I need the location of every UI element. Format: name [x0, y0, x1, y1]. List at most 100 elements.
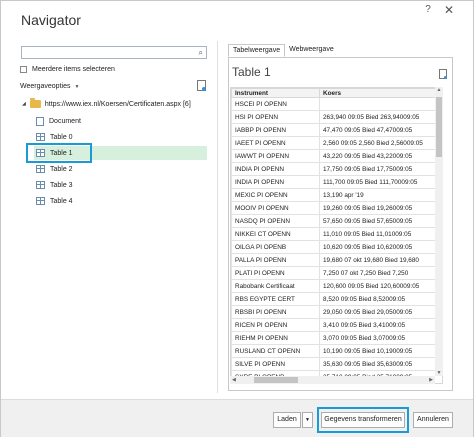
table-row: MEXIC PI OPENN 13,190 apr '19 [231, 188, 442, 202]
tree-item-label: Table 0 [50, 133, 73, 141]
tab-web-view[interactable]: Webweergave [285, 44, 338, 57]
table-row: IABBP PI OPENN 47,470 09:05 Bied 47,47009… [231, 123, 442, 137]
vertical-scroll-thumb[interactable] [436, 97, 442, 157]
koers-cell: 8,520 09:05 Bied 8,52009:05 [319, 292, 442, 306]
folder-icon [29, 98, 41, 108]
koers-cell: 10,190 09:05 Bied 10,19009:05 [319, 344, 442, 358]
table-row: INDIA PI OPENN 17,750 09:05 Bied 17,75009… [231, 162, 442, 176]
koers-cell: 3,410 09:05 Bied 3,41009:05 [319, 318, 442, 332]
view-options-dropdown[interactable]: Weergaveopties ▼ [20, 83, 79, 90]
preview-title: Table 1 [232, 65, 271, 79]
scroll-left-icon[interactable]: ◀ [232, 376, 236, 384]
koers-cell [319, 97, 442, 111]
help-button[interactable]: ? [421, 3, 435, 17]
tree-item[interactable]: Table 2 [34, 162, 207, 176]
instrument-cell: PALLA PI OPENN [231, 253, 320, 267]
tree-item[interactable]: Document [34, 114, 207, 128]
koers-cell: 29,050 09:05 Bied 29,05009:05 [319, 305, 442, 319]
koers-cell: 3,070 09:05 Bied 3,07009:05 [319, 331, 442, 345]
koers-cell: 57,650 09:05 Bied 57,65009:05 [319, 214, 442, 228]
table-row: NASDQ PI OPENN 57,650 09:05 Bied 57,65009… [231, 214, 442, 228]
export-icon[interactable] [439, 69, 447, 79]
koers-cell: 7,250 07 okt 7,250 Bied 7,250 [319, 266, 442, 280]
koers-cell: 35,630 09:05 Bied 35,63009:05 [319, 357, 442, 371]
horizontal-scroll-thumb[interactable] [254, 377, 298, 383]
instrument-cell: MEXIC PI OPENN [231, 188, 320, 202]
table-row: PALLA PI OPENN 19,680 07 okt 19,680 Bied … [231, 253, 442, 267]
koers-cell: 13,190 apr '19 [319, 188, 442, 202]
koers-cell: 263,940 09:05 Bied 263,94009:05 [319, 110, 442, 124]
tree-item[interactable]: Table 3 [34, 178, 207, 192]
scroll-down-icon[interactable]: ▼ [435, 370, 443, 376]
transform-data-button[interactable]: Gegevens transformeren [321, 412, 405, 428]
table-row: NIKKEI CT OPENN 11,010 09:05 Bied 11,0100… [231, 227, 442, 241]
tree-root[interactable]: ◢ https://www.iex.nl/Koersen/Certificate… [22, 98, 191, 108]
tab-table-view[interactable]: Tabelweergave [228, 44, 286, 57]
instrument-cell: HSCEI PI OPENN [231, 97, 320, 111]
horizontal-scrollbar[interactable]: ◀ ▶ [230, 376, 435, 384]
instrument-cell: IABBP PI OPENN [231, 123, 320, 137]
table-row: HSCEI PI OPENN [231, 97, 442, 111]
cancel-button[interactable]: Annuleren [413, 412, 453, 428]
instrument-cell: PLATI PI OPENN [231, 266, 320, 280]
table-icon [36, 181, 45, 189]
expand-triangle-icon[interactable]: ◢ [22, 101, 26, 107]
table-row: PLATI PI OPENN 7,250 07 okt 7,250 Bied 7,… [231, 266, 442, 280]
pane-divider [217, 41, 218, 393]
table-row: RIEHM PI OPENN 3,070 09:05 Bied 3,07009:0… [231, 331, 442, 345]
tree-item-label: Table 2 [50, 165, 73, 173]
table-row: MOOIV PI OPENN 19,260 09:05 Bied 19,26009… [231, 201, 442, 215]
koers-cell: 2,560 09:05 2,560 Bied 2,56009:05 [319, 136, 442, 150]
selection-highlight [26, 143, 92, 163]
instrument-cell: RICEN PI OPENN [231, 318, 320, 332]
multi-select-label: Meerdere items selecteren [32, 66, 115, 73]
column-header-instrument[interactable]: Instrument [231, 88, 320, 98]
koers-cell: 10,620 09:05 Bied 10,62009:05 [319, 240, 442, 254]
close-button[interactable]: ✕ [442, 3, 456, 17]
instrument-cell: RUSLAND CT OPENN [231, 344, 320, 358]
window-title: Navigator [21, 12, 81, 28]
search-icon: ⌕ [198, 48, 203, 57]
koers-cell: 47,470 09:05 Bied 47,47009:05 [319, 123, 442, 137]
tree-item-label: Document [49, 117, 81, 125]
multi-select-option[interactable]: Meerdere items selecteren [20, 66, 115, 73]
preview-grid: Instrument Koers HSCEI PI OPENN HSI PI OP… [230, 87, 443, 384]
koers-cell: 19,260 09:05 Bied 19,26009:05 [319, 201, 442, 215]
tree-item-label: Table 3 [50, 181, 73, 189]
instrument-cell: OILGA PI OPENB [231, 240, 320, 254]
column-header-koers[interactable]: Koers [319, 88, 442, 98]
instrument-cell: NASDQ PI OPENN [231, 214, 320, 228]
instrument-cell: Rabobank Certificaat [231, 279, 320, 293]
scroll-right-icon[interactable]: ▶ [429, 376, 433, 384]
instrument-cell: INDIA PI OPENN [231, 162, 320, 176]
koers-cell: 19,680 07 okt 19,680 Bied 19,680 [319, 253, 442, 267]
document-icon [36, 116, 44, 126]
tree-item[interactable]: Table 4 [34, 194, 207, 208]
instrument-cell: RIEHM PI OPENN [231, 331, 320, 345]
chevron-down-icon: ▼ [305, 417, 310, 423]
refresh-preview-icon[interactable] [197, 80, 206, 91]
tree-root-label: https://www.iex.nl/Koersen/Certificaten.… [44, 100, 191, 108]
koers-cell: 120,600 09:05 Bied 120,60009:05 [319, 279, 442, 293]
load-button[interactable]: Laden [273, 412, 301, 428]
chevron-down-icon: ▼ [74, 83, 80, 90]
load-options-dropdown[interactable]: ▼ [302, 412, 313, 428]
instrument-cell: RBS EGYPTE CERT [231, 292, 320, 306]
koers-cell: 43,220 09:05 Bied 43,22009:05 [319, 149, 442, 163]
tree-item-label: Table 4 [50, 197, 73, 205]
table-row: INDIA PI OPENN 111,700 09:05 Bied 111,700… [231, 175, 442, 189]
table-row: HSI PI OPENN 263,940 09:05 Bied 263,94009… [231, 110, 442, 124]
tree-item[interactable]: Table 0 [34, 130, 207, 144]
tree-item[interactable]: Table 1 [26, 143, 207, 163]
table-row: Rabobank Certificaat 120,600 09:05 Bied 1… [231, 279, 442, 293]
view-tabs: Tabelweergave Webweergave [228, 44, 338, 57]
instrument-cell: INDIA PI OPENN [231, 175, 320, 189]
table-row: RICEN PI OPENN 3,410 09:05 Bied 3,41009:0… [231, 318, 442, 332]
instrument-cell: IAEET PI OPENN [231, 136, 320, 150]
table-row: IAWWT PI OPENN 43,220 09:05 Bied 43,22009… [231, 149, 442, 163]
instrument-cell: HSI PI OPENN [231, 110, 320, 124]
scroll-up-icon[interactable]: ▲ [435, 87, 443, 93]
search-input[interactable]: ⌕ [21, 46, 207, 59]
multi-select-checkbox[interactable] [20, 66, 27, 73]
vertical-scrollbar[interactable]: ▲ ▼ [435, 87, 443, 376]
